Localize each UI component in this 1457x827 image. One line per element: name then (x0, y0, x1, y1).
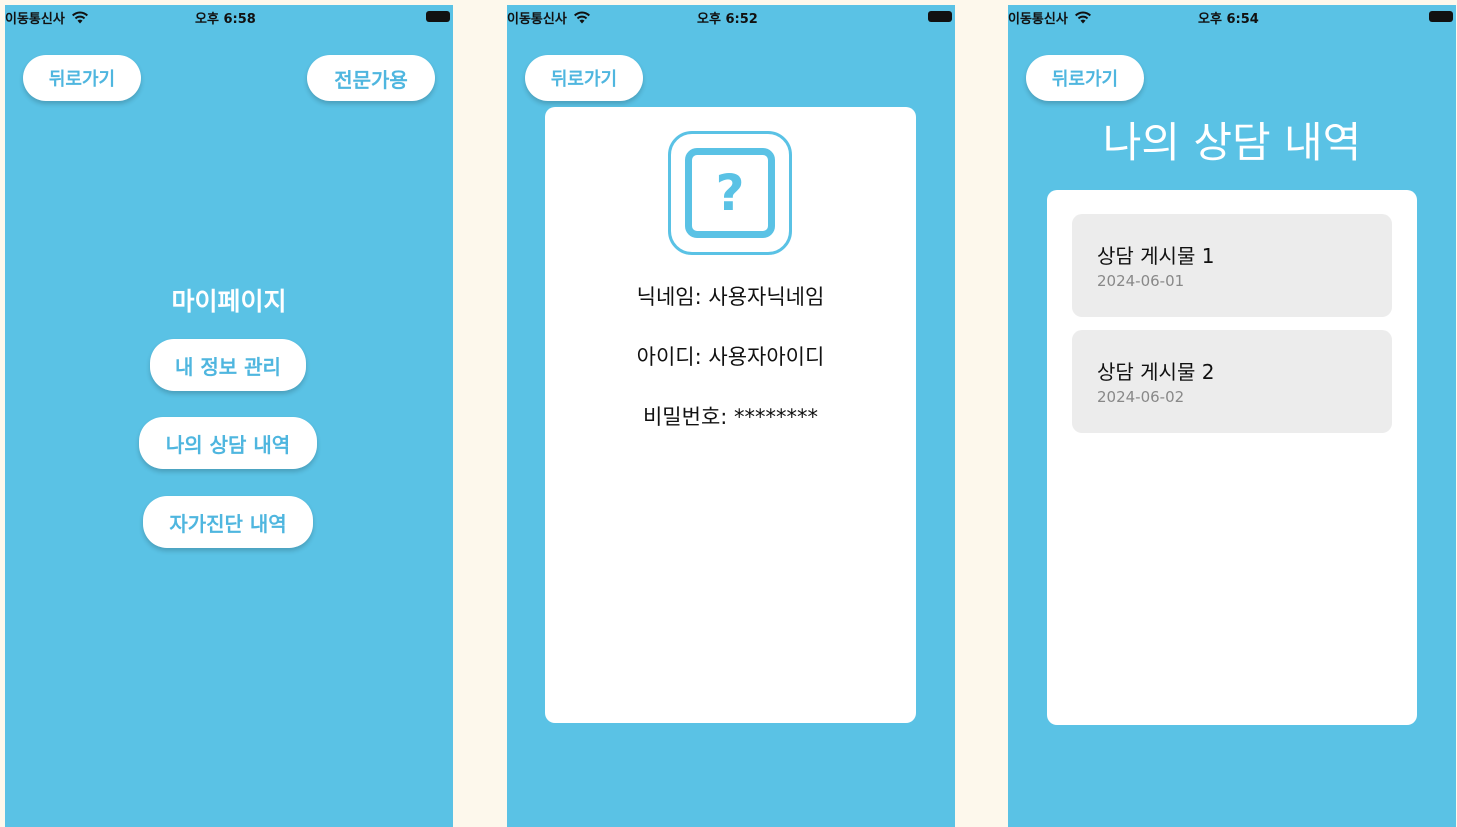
carrier-label: 이동통신사 (1008, 12, 1068, 27)
mypage-screen: 이동통신사 오후 6:58 뒤로가기 전문가용 마이페이지 내 정보 관리 나의… (5, 5, 453, 827)
nickname-text: 닉네임: 사용자닉네임 (636, 285, 825, 309)
profile-card: ? 닉네임: 사용자닉네임 아이디: 사용자아이디 비밀번호: ******** (545, 107, 916, 723)
avatar: ? (668, 131, 792, 255)
question-mark-icon: ? (685, 148, 775, 238)
page-title: 마이페이지 (171, 287, 287, 316)
carrier-label: 이동통신사 (507, 12, 567, 27)
wifi-icon (71, 11, 88, 24)
post-title: 상담 게시물 1 (1097, 244, 1215, 268)
battery-icon (1429, 11, 1453, 22)
my-info-button[interactable]: 내 정보 관리 (150, 339, 306, 391)
counsel-history-screen: 이동통신사 오후 6:54 뒤로가기 나의 상담 내역 상담 게시물 1 202… (1008, 5, 1456, 827)
wifi-icon (573, 11, 590, 24)
status-bar: 이동통신사 오후 6:52 (507, 5, 955, 29)
user-id-text: 아이디: 사용자아이디 (636, 345, 825, 369)
list-item[interactable]: 상담 게시물 2 2024-06-02 (1072, 330, 1392, 433)
page-title: 나의 상담 내역 (1102, 118, 1362, 167)
status-bar: 이동통신사 오후 6:54 (1008, 5, 1456, 29)
back-button[interactable]: 뒤로가기 (23, 55, 141, 101)
battery-icon (426, 11, 450, 22)
carrier-group: 이동통신사 (1008, 8, 1092, 27)
password-text: 비밀번호: ******** (642, 405, 819, 429)
counsel-list-card: 상담 게시물 1 2024-06-01 상담 게시물 2 2024-06-02 (1047, 190, 1417, 725)
profile-screen: 이동통신사 오후 6:52 뒤로가기 ? 닉네임: 사용자닉네임 아이디: 사용… (507, 5, 955, 827)
carrier-label: 이동통신사 (5, 12, 65, 27)
battery-icon (928, 11, 952, 22)
expert-mode-button[interactable]: 전문가용 (307, 55, 435, 101)
status-time: 오후 6:52 (697, 12, 758, 27)
wifi-icon (1074, 11, 1091, 24)
post-title: 상담 게시물 2 (1097, 360, 1215, 384)
status-time: 오후 6:54 (1198, 12, 1259, 27)
post-date: 2024-06-02 (1097, 388, 1185, 406)
status-bar: 이동통신사 오후 6:58 (5, 5, 453, 29)
post-date: 2024-06-01 (1097, 272, 1185, 290)
carrier-group: 이동통신사 (5, 8, 89, 27)
self-diagnosis-history-button[interactable]: 자가진단 내역 (143, 496, 313, 548)
my-counsel-history-button[interactable]: 나의 상담 내역 (139, 417, 317, 469)
list-item[interactable]: 상담 게시물 1 2024-06-01 (1072, 214, 1392, 317)
back-button[interactable]: 뒤로가기 (1026, 55, 1144, 101)
back-button[interactable]: 뒤로가기 (525, 55, 643, 101)
status-time: 오후 6:58 (195, 12, 256, 27)
carrier-group: 이동통신사 (507, 8, 591, 27)
